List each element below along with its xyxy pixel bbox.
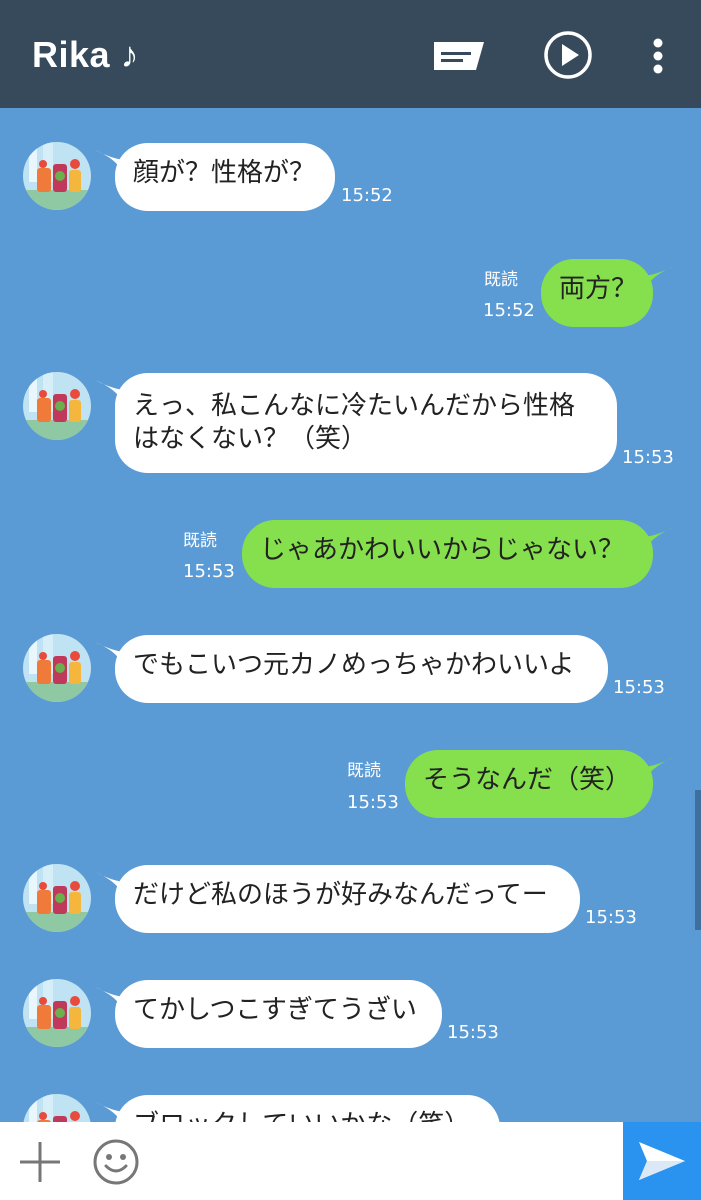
contact-avatar[interactable]: [23, 864, 91, 932]
message-text: でもこいつ元カノめっちゃかわいいよ: [133, 650, 575, 680]
message-bubble-outgoing[interactable]: じゃあかわいいからじゃない？: [242, 520, 653, 588]
message-bubble-incoming[interactable]: ブロックしていいかな（笑）: [115, 1095, 500, 1122]
message-text: そうなんだ（笑）: [423, 765, 632, 795]
message-time: 15:53: [613, 677, 665, 698]
bubble-tail: [640, 527, 674, 555]
message-text: てかしつこすぎてうざい: [133, 995, 417, 1025]
contact-avatar[interactable]: [23, 1094, 91, 1122]
message-text: だけど私のほうが好みなんだってー: [133, 880, 548, 910]
bubble-tail: [640, 757, 674, 785]
contact-avatar[interactable]: [23, 979, 91, 1047]
message-text-line: はなくない？（笑）: [133, 424, 368, 454]
chat-area[interactable]: 顔が？性格が？ 15:52 既読 15:52 両方？ えっ、私こんなに冷たいんだ…: [0, 108, 701, 1122]
message-text: じゃあかわいいからじゃない？: [260, 535, 625, 565]
message-bubble-outgoing[interactable]: そうなんだ（笑）: [405, 750, 653, 818]
message-bubble-outgoing[interactable]: 両方？: [541, 259, 653, 327]
input-bar: [0, 1122, 701, 1200]
message-input[interactable]: [160, 1122, 620, 1200]
play-icon[interactable]: [543, 30, 593, 80]
message-text-line: えっ、私こんなに冷たいんだから性格: [133, 391, 576, 421]
read-receipt: 既読: [484, 270, 518, 290]
message-bubble-incoming[interactable]: えっ、私こんなに冷たいんだから性格 はなくない？（笑）: [115, 373, 617, 473]
message-bubble-incoming[interactable]: でもこいつ元カノめっちゃかわいいよ: [115, 635, 608, 703]
message-bubble-incoming[interactable]: だけど私のほうが好みなんだってー: [115, 865, 580, 933]
plus-icon[interactable]: [18, 1140, 62, 1184]
message-bubble-incoming[interactable]: てかしつこすぎてうざい: [115, 980, 442, 1048]
message-time: 15:53: [347, 792, 399, 813]
note-icon[interactable]: [432, 40, 486, 72]
send-button[interactable]: [623, 1122, 701, 1200]
message-time: 15:52: [483, 300, 535, 321]
chat-title[interactable]: Rika ♪: [32, 34, 139, 76]
contact-avatar[interactable]: [23, 372, 91, 440]
message-time: 15:52: [341, 185, 393, 206]
contact-avatar[interactable]: [23, 634, 91, 702]
read-receipt: 既読: [183, 531, 217, 551]
message-time: 15:53: [183, 561, 235, 582]
chat-header: Rika ♪: [0, 0, 701, 108]
send-icon: [639, 1142, 685, 1180]
message-time: 15:53: [622, 447, 674, 468]
bubble-tail: [640, 266, 674, 294]
emoji-icon[interactable]: [92, 1138, 140, 1186]
message-bubble-incoming[interactable]: 顔が？性格が？: [115, 143, 335, 211]
message-text: 顔が？性格が？: [133, 158, 316, 188]
message-time: 15:53: [447, 1022, 499, 1043]
message-time: 15:53: [585, 907, 637, 928]
more-icon[interactable]: [650, 38, 666, 74]
read-receipt: 既読: [347, 761, 381, 781]
contact-avatar[interactable]: [23, 142, 91, 210]
scrollbar[interactable]: [695, 790, 701, 930]
message-text: 両方？: [559, 274, 638, 304]
message-text: ブロックしていいかな（笑）: [133, 1110, 470, 1122]
